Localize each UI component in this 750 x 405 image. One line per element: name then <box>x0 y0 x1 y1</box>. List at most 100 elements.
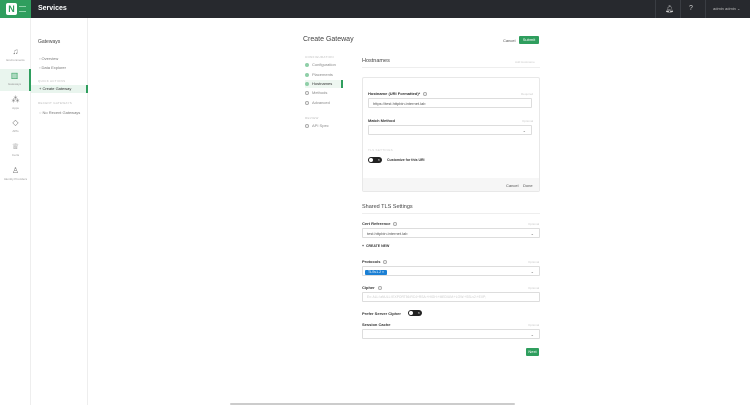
step-configuration[interactable]: Configuration <box>305 61 343 69</box>
sub-nav <box>31 18 88 405</box>
chevron-down-icon: ⌄ <box>737 6 741 11</box>
cert-reference-label: Cert Reference <box>362 221 398 226</box>
match-method-select[interactable]: ⌄ <box>368 125 532 135</box>
top-bar <box>0 0 750 18</box>
subnav-overview[interactable]: ▫ Overview <box>39 56 58 61</box>
nginx-logo-icon: N <box>6 3 17 15</box>
session-cache-label: Session Cache <box>362 322 391 327</box>
label: Placements <box>312 72 333 77</box>
label: Hostnames <box>312 81 333 86</box>
protocols-label: Protocols <box>362 259 388 264</box>
rail-identity-providers[interactable]: ♙ Identity Providers <box>0 164 31 186</box>
help-icon[interactable] <box>383 259 388 264</box>
step-api-spec[interactable]: API Spec <box>305 122 343 130</box>
circle-icon <box>305 100 309 105</box>
step-advanced[interactable]: Advanced <box>305 99 343 107</box>
rail-label: Identity Providers <box>3 177 28 181</box>
configuration-heading: CONFIGURATION <box>305 55 334 59</box>
chevron-down-icon: ⌄ <box>522 128 526 133</box>
label: Advanced <box>312 100 330 105</box>
check-icon <box>305 62 309 67</box>
prefer-server-cipher-toggle[interactable]: × <box>408 310 422 316</box>
help-icon[interactable] <box>423 91 428 96</box>
optional-hint: Optional <box>528 222 540 226</box>
hostname-input[interactable]: https://test.httpbin.internet.lab <box>368 98 532 108</box>
step-hostnames[interactable]: Hostnames <box>305 80 343 88</box>
tls-settings-heading: TLS SETTINGS <box>368 148 393 152</box>
help-icon[interactable]: ? <box>689 5 693 12</box>
user-menu[interactable]: admin admin ⌄ <box>713 6 740 11</box>
optional-hint: Optional <box>522 119 534 123</box>
logo[interactable]: N <box>0 0 31 18</box>
check-icon <box>305 81 309 86</box>
user-name: admin admin <box>713 6 736 11</box>
apps-icon: ⁂ <box>11 95 20 104</box>
submit-button[interactable]: Submit <box>519 36 539 44</box>
identity-icon: ♙ <box>11 166 20 175</box>
cert-reference-select[interactable]: test.httpbin.internet.lab ⌄ <box>362 228 540 238</box>
create-new-button[interactable]: + CREATE NEW <box>362 244 389 248</box>
optional-hint: Optional <box>528 286 540 290</box>
subnav-title: Gateways <box>38 39 61 45</box>
rail-apps[interactable]: ⁂ Apps <box>0 93 31 115</box>
cipher-label: Cipher <box>362 285 382 290</box>
match-method-label: Match Method <box>368 118 395 123</box>
subnav-create-gateway[interactable]: + Create Gateway <box>31 85 88 93</box>
menu-icon[interactable] <box>19 6 26 12</box>
page-title: Create Gateway <box>303 36 354 43</box>
chevron-down-icon: ⌄ <box>530 332 534 337</box>
next-button[interactable]: Next <box>526 348 539 356</box>
rail-label: Certs <box>11 153 20 157</box>
check-icon <box>305 72 309 77</box>
rail-gateways[interactable]: ▥ Gateways <box>0 69 31 91</box>
protocols-select[interactable]: TLSv1.2 × ⌄ <box>362 266 540 276</box>
cancel-button[interactable]: Cancel <box>503 38 515 43</box>
rail-label: Apps <box>12 106 19 110</box>
step-methods[interactable]: Methods <box>305 89 343 97</box>
customize-label: Customize for this URI <box>387 158 425 162</box>
protocol-tag[interactable]: TLSv1.2 × <box>365 270 388 275</box>
optional-hint: Optional <box>528 260 540 264</box>
prefer-server-cipher-label: Prefer Server Cipher <box>362 311 401 316</box>
help-icon[interactable] <box>377 285 382 290</box>
label: Create Gateway <box>42 86 72 91</box>
rail-label: Environments <box>6 58 25 62</box>
cipher-input[interactable]: Ex: ALL:!aNULL:!EXPORT56:RC4+RSA:+HIGH:+… <box>362 292 540 302</box>
required-hint: Required <box>521 92 534 96</box>
label: Overview <box>41 56 59 61</box>
step-placements[interactable]: Placements <box>305 71 343 79</box>
chevron-down-icon: ⌄ <box>530 231 534 236</box>
rail-apis[interactable]: ◇ APIs <box>0 116 31 138</box>
app-title: Services <box>38 5 67 12</box>
quick-actions-heading: QUICK ACTIONS <box>38 79 66 83</box>
label: No Recent Gateways <box>42 110 81 115</box>
customize-toggle[interactable]: × <box>368 157 382 163</box>
rail-certs[interactable]: ♕ Certs <box>0 140 31 162</box>
label: Data Explorer <box>41 65 66 70</box>
shared-tls-heading: Shared TLS Settings <box>362 204 413 210</box>
no-recent-gateways: ◌ No Recent Gateways <box>39 110 81 115</box>
api-icon: ◇ <box>12 118 19 127</box>
add-hostname-link[interactable]: Add Hostname <box>515 60 535 64</box>
grid-icon: ▥ <box>10 71 19 80</box>
hostname-label: Hostname (URI Formatted)* <box>368 91 428 96</box>
card-cancel-button[interactable]: Cancel <box>506 183 518 188</box>
help-icon[interactable] <box>393 221 398 226</box>
recent-gateways-heading: RECENT GATEWAYS <box>38 101 73 105</box>
circle-icon <box>305 90 309 95</box>
rail-label: APIs <box>12 129 19 133</box>
rail-environments[interactable]: ♫ Environments <box>0 45 31 67</box>
subnav-data-explorer[interactable]: ▫ Data Explorer <box>39 65 66 70</box>
card-done-button[interactable]: Done <box>523 183 533 188</box>
cert-icon: ♕ <box>11 142 20 151</box>
label: API Spec <box>312 123 329 128</box>
bell-icon: ♫ <box>12 47 19 56</box>
bell-icon[interactable]: 🔔︎ <box>665 5 674 13</box>
review-heading: REVIEW <box>305 116 319 120</box>
label: Configuration <box>312 62 336 67</box>
session-cache-select[interactable]: ⌄ <box>362 329 540 339</box>
hostnames-heading: Hostnames <box>362 58 390 64</box>
optional-hint: Optional <box>528 323 540 327</box>
circle-icon <box>305 123 309 128</box>
rail-label: Gateways <box>7 82 22 86</box>
